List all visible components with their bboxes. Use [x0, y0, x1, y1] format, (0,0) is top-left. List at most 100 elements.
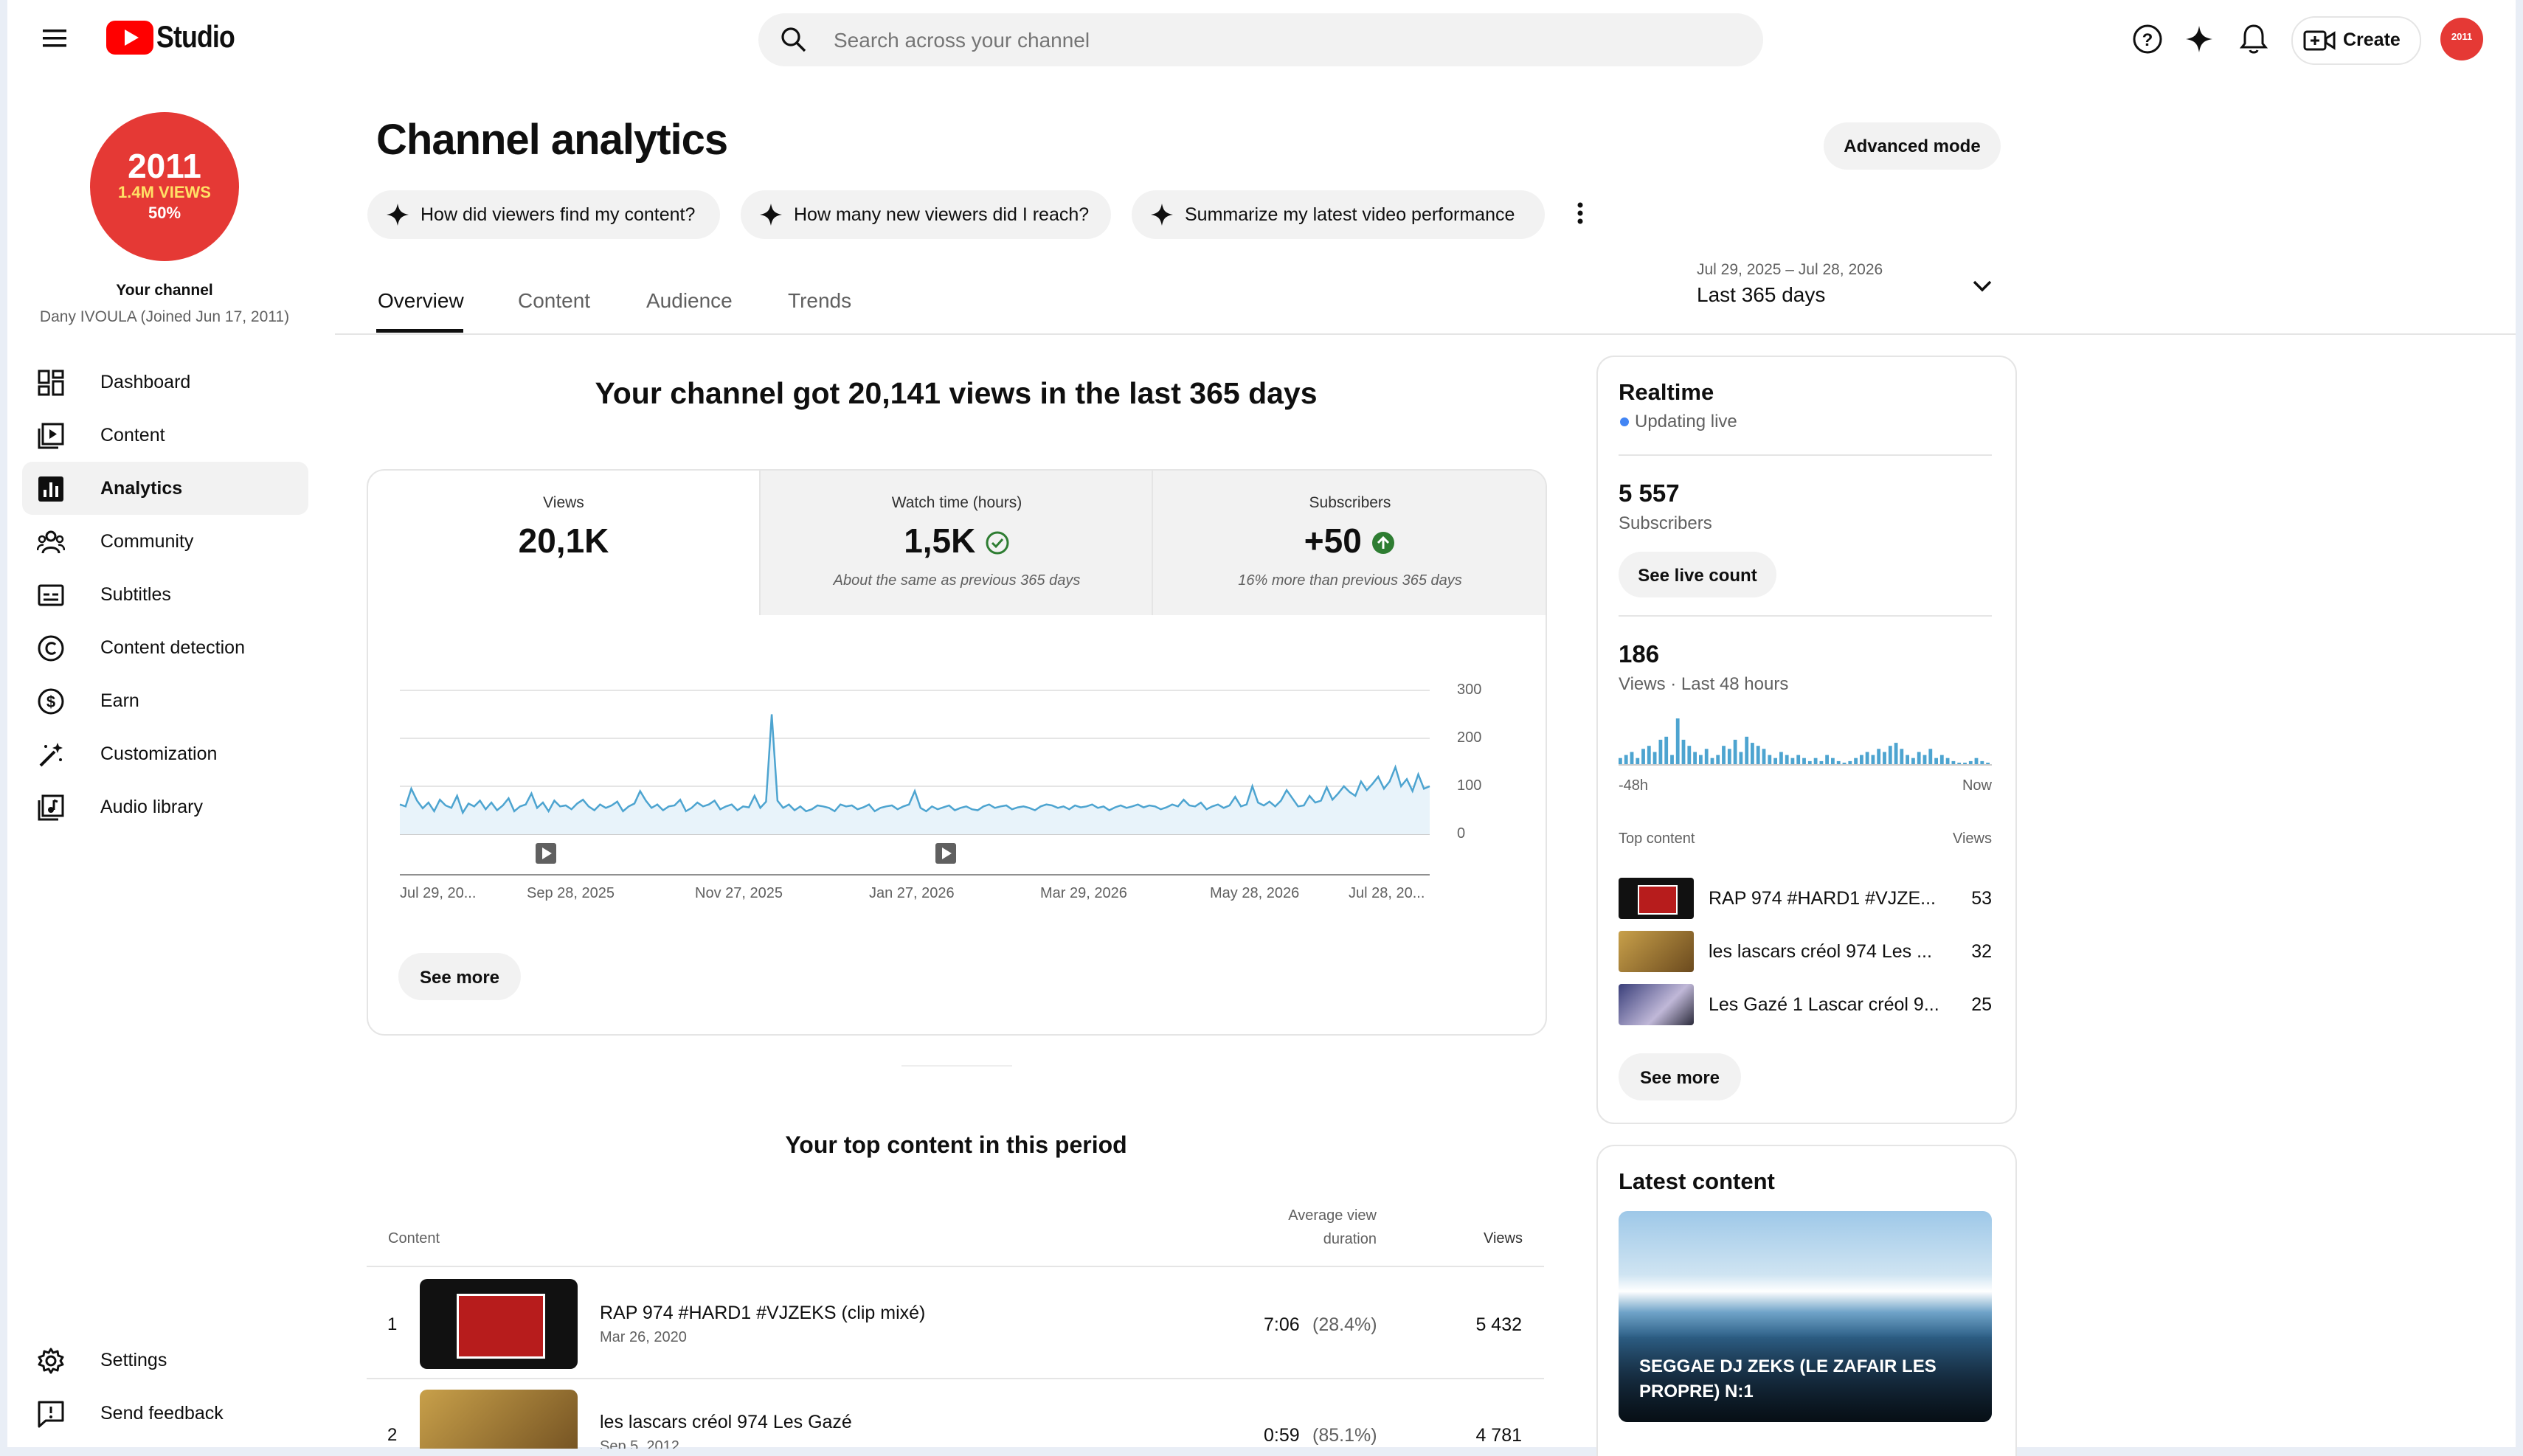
realtime-bar — [1745, 736, 1749, 764]
sidebar-item-send-feedback[interactable]: Send feedback — [22, 1387, 308, 1440]
y-tick-label: 100 — [1457, 777, 1482, 794]
help-icon[interactable]: ? — [2132, 24, 2163, 55]
table-row[interactable]: 2 les lascars créol 974 Les Gazé Sep 5, … — [367, 1378, 1544, 1449]
sidebar-item-label: Send feedback — [100, 1403, 224, 1424]
sidebar-item-earn[interactable]: $ Earn — [22, 674, 308, 727]
advanced-mode-button[interactable]: Advanced mode — [1824, 122, 2001, 170]
realtime-bar — [1647, 746, 1651, 764]
col-avg-duration: Average view duration — [1288, 1207, 1377, 1247]
account-avatar[interactable]: 2011 — [2440, 18, 2483, 60]
top-content-label: Top content — [1619, 831, 1695, 847]
tab-content[interactable]: Content — [518, 289, 590, 313]
sidebar-item-customization[interactable]: Customization — [22, 727, 308, 780]
chart-see-more-button[interactable]: See more — [398, 953, 521, 1000]
tab-trends[interactable]: Trends — [788, 289, 851, 313]
sidebar-item-settings[interactable]: Settings — [22, 1334, 308, 1387]
top-content-item[interactable]: Les Gazé 1 Lascar créol 9... 25 — [1619, 984, 1992, 1030]
realtime-bar — [1986, 763, 1990, 764]
x-tick-label: Sep 28, 2025 — [527, 885, 615, 901]
realtime-bar — [1802, 758, 1806, 764]
row-rank: 2 — [387, 1425, 398, 1445]
bell-icon[interactable] — [2238, 22, 2269, 56]
x-tick-label: Jul 28, 20... — [1349, 885, 1425, 901]
realtime-bar — [1928, 749, 1933, 764]
video-thumbnail[interactable] — [420, 1279, 578, 1369]
sidebar-item-audio-library[interactable]: Audio library — [22, 780, 308, 833]
sidebar-item-community[interactable]: Community — [22, 515, 308, 568]
realtime-bar — [1796, 755, 1801, 764]
sidebar-item-label: Analytics — [100, 478, 183, 499]
realtime-bar — [1773, 758, 1777, 764]
sidebar-item-label: Settings — [100, 1350, 167, 1370]
row-avg-pct: (28.4%) — [1312, 1314, 1377, 1335]
channel-avatar[interactable]: 2011 1.4M VIEWS 50% — [90, 112, 239, 261]
sidebar-item-label: Audio library — [100, 797, 203, 817]
chip-summarize[interactable]: Summarize my latest video performance — [1132, 190, 1545, 239]
realtime-axis-right: Now — [1962, 777, 1992, 794]
menu-icon[interactable] — [40, 25, 69, 52]
studio-logo[interactable]: Studio — [106, 18, 254, 59]
tab-audience[interactable]: Audience — [646, 289, 733, 313]
realtime-bar — [1968, 760, 1973, 764]
row-avg-duration: 0:59 — [1264, 1425, 1300, 1446]
y-tick-label: 300 — [1457, 682, 1482, 698]
chip-label: How did viewers find my content? — [420, 204, 696, 225]
chip-new-viewers[interactable]: How many new viewers did I reach? — [741, 190, 1111, 239]
sidebar-item-subtitles[interactable]: Subtitles — [22, 568, 308, 621]
top-content-item[interactable]: RAP 974 #HARD1 #VJZE... 53 — [1619, 878, 1992, 923]
subtitles-icon — [38, 584, 64, 606]
channel-owner: Dany IVOULA (Joined Jun 17, 2011) — [39, 308, 290, 325]
row-date: Mar 26, 2020 — [600, 1329, 687, 1345]
create-button[interactable]: Create — [2291, 16, 2421, 65]
realtime-title: Realtime — [1619, 379, 1714, 405]
video-thumbnail[interactable] — [420, 1390, 578, 1449]
search-input[interactable] — [832, 24, 1720, 58]
realtime-bar — [1790, 758, 1795, 764]
sidebar-item-analytics[interactable]: Analytics — [22, 462, 308, 515]
sidebar-item-content-detection[interactable]: Content detection — [22, 621, 308, 674]
metric-watch-time[interactable]: Watch time (hours) 1,5K About the same a… — [759, 471, 1153, 615]
copyright-icon — [38, 635, 64, 662]
video-marker-icon — [536, 843, 556, 864]
audio-library-icon — [38, 794, 64, 821]
content-icon — [38, 423, 64, 449]
metric-label: Watch time (hours) — [891, 494, 1022, 511]
create-video-icon — [2303, 30, 2336, 52]
latest-video-thumbnail[interactable]: SEGGAE DJ ZEKS (LE ZAFAIR LES PROPRE) N:… — [1619, 1211, 1992, 1422]
realtime-bar — [1980, 760, 1984, 764]
row-date: Sep 5, 2012 — [600, 1438, 679, 1449]
tab-overview[interactable]: Overview — [378, 289, 464, 313]
date-range-label: Last 365 days — [1697, 283, 1826, 306]
channel-badge-year: 2011 — [128, 147, 201, 185]
realtime-bar — [1699, 755, 1703, 764]
magic-wand-icon — [39, 743, 63, 767]
realtime-bar — [1836, 760, 1841, 764]
row-title: RAP 974 #HARD1 #VJZEKS (clip mixé) — [600, 1303, 926, 1323]
sidebar-item-label: Subtitles — [100, 584, 171, 605]
see-live-count-button[interactable]: See live count — [1619, 552, 1776, 597]
top-content-views: 32 — [1971, 941, 1992, 962]
metric-value: 20,1K — [518, 521, 609, 560]
more-options-icon[interactable] — [1571, 199, 1589, 229]
realtime-subscribers-value: 5 557 — [1619, 479, 1680, 507]
table-row[interactable]: 1 RAP 974 #HARD1 #VJZEKS (clip mixé) Mar… — [367, 1266, 1544, 1378]
realtime-status: Updating live — [1635, 412, 1737, 431]
metric-views[interactable]: Views 20,1K — [368, 471, 759, 615]
top-content-item[interactable]: les lascars créol 974 Les ... 32 — [1619, 931, 1992, 977]
chip-viewers-find[interactable]: How did viewers find my content? — [367, 190, 720, 239]
row-views: 4 781 — [1475, 1425, 1522, 1446]
sidebar-item-dashboard[interactable]: Dashboard — [22, 356, 308, 409]
sparkle-icon[interactable] — [2184, 24, 2215, 55]
realtime-bar — [1854, 758, 1858, 764]
x-tick-label: Nov 27, 2025 — [695, 885, 783, 901]
sparkle-icon — [760, 204, 782, 226]
date-range-selector[interactable]: Jul 29, 2025 – Jul 28, 2026 Last 365 day… — [1697, 258, 2007, 317]
realtime-see-more-button[interactable]: See more — [1619, 1053, 1741, 1100]
sidebar-item-content[interactable]: Content — [22, 409, 308, 462]
search-bar[interactable] — [758, 13, 1763, 66]
realtime-bar — [1710, 758, 1714, 764]
realtime-bar — [1934, 758, 1938, 764]
date-range-dates: Jul 29, 2025 – Jul 28, 2026 — [1697, 261, 1883, 278]
sidebar-item-label: Community — [100, 531, 194, 552]
metric-subscribers[interactable]: Subscribers +50 16% more than previous 3… — [1152, 471, 1546, 615]
